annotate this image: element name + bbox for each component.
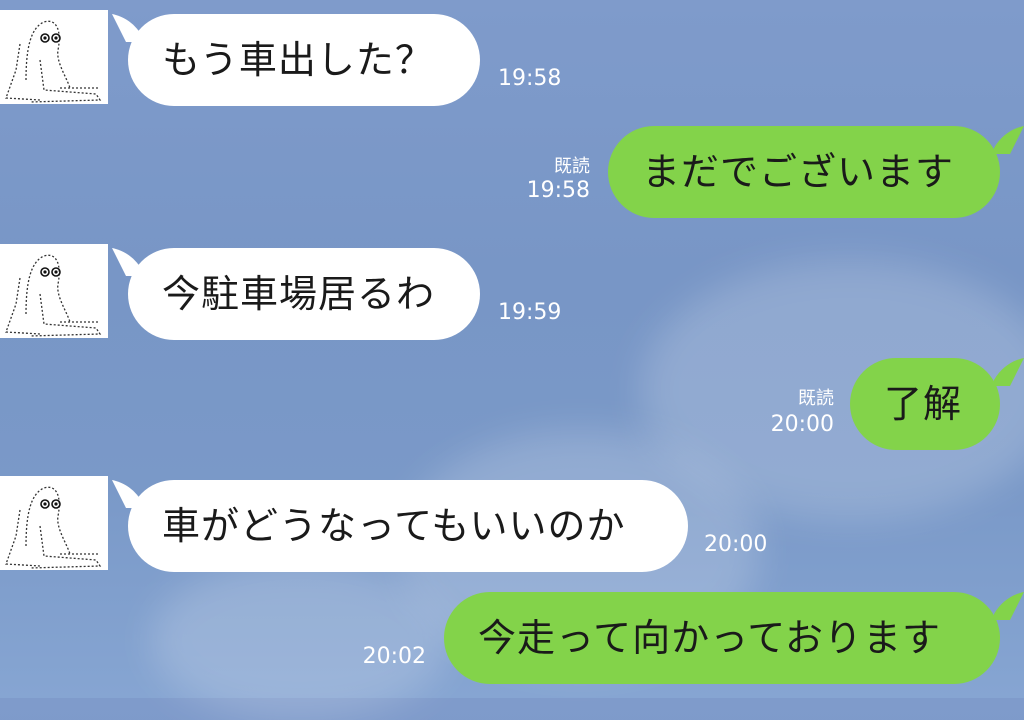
sender-avatar[interactable] <box>0 10 108 104</box>
message-time: 19:59 <box>498 300 562 325</box>
ascii-art-character-icon <box>5 486 102 569</box>
message-time: 19:58 <box>498 66 562 91</box>
sender-avatar[interactable] <box>0 476 108 570</box>
read-receipt: 既読 <box>554 156 590 177</box>
bubble-tail <box>994 358 1024 386</box>
message-time: 20:00 <box>770 412 834 437</box>
bubble-tail <box>994 592 1024 620</box>
message-bubble[interactable]: 今駐車場居るわ <box>128 248 480 340</box>
message-bubble[interactable]: 車がどうなってもいいのか <box>128 480 688 572</box>
message-bubble[interactable]: まだでございます <box>608 126 1000 218</box>
message-bubble[interactable]: 今走って向かっております <box>444 592 1000 684</box>
ascii-art-character-icon <box>5 254 102 337</box>
sender-avatar[interactable] <box>0 244 108 338</box>
message-bubble[interactable]: もう車出した？ <box>128 14 480 106</box>
ascii-art-character-icon <box>5 20 102 103</box>
read-receipt: 既読 <box>798 388 834 409</box>
message-time: 20:00 <box>704 532 768 557</box>
message-bubble[interactable]: 了解 <box>850 358 1000 450</box>
bubble-tail <box>994 126 1024 154</box>
message-time: 20:02 <box>362 644 426 669</box>
message-time: 19:58 <box>526 178 590 203</box>
